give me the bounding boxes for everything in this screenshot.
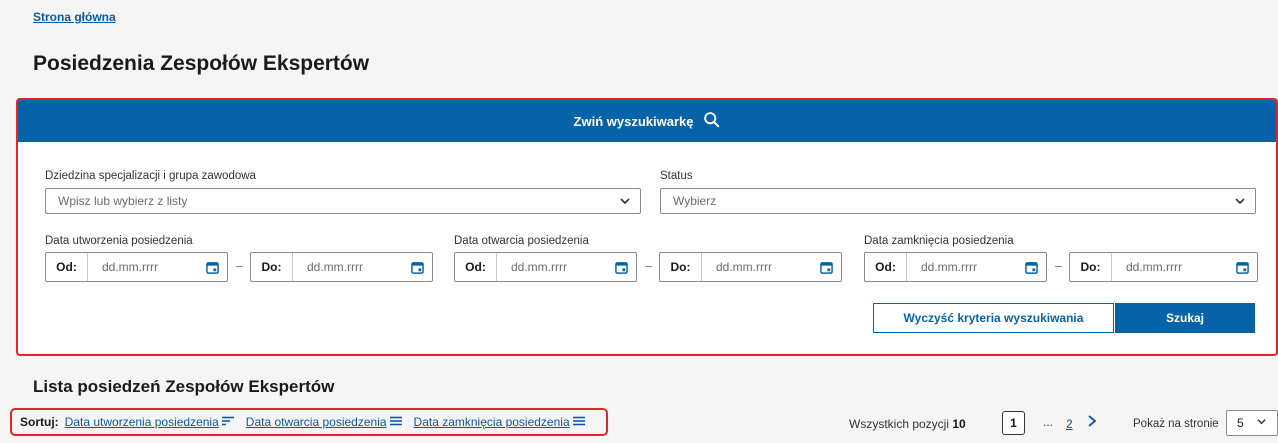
created-from-field[interactable]: Od: dd.mm.rrrr [45, 252, 228, 282]
created-to-input[interactable]: dd.mm.rrrr [293, 253, 402, 281]
calendar-icon[interactable] [1016, 253, 1046, 281]
chevron-down-icon [1256, 416, 1267, 430]
chevron-down-icon [1225, 195, 1255, 207]
list-title: Lista posiedzeń Zespołów Ekspertów [33, 377, 335, 396]
search-icon [703, 111, 720, 131]
opened-from-input[interactable]: dd.mm.rrrr [497, 253, 606, 281]
sort-by-closed-label: Data zamknięcia posiedzenia [413, 415, 570, 429]
toggle-search-button[interactable]: Zwiń wyszukiwarkę [18, 100, 1276, 142]
per-page-select[interactable]: 5 [1226, 410, 1278, 436]
created-date-label: Data utworzenia posiedzenia [45, 235, 193, 247]
created-from-input[interactable]: dd.mm.rrrr [88, 253, 197, 281]
page-2-link[interactable]: 2 [1066, 417, 1073, 431]
sort-by-closed[interactable]: Data zamknięcia posiedzenia [414, 415, 585, 429]
specialization-placeholder: Wpisz lub wybierz z listy [58, 194, 188, 208]
total-value: 10 [952, 417, 966, 431]
calendar-icon[interactable] [1227, 253, 1257, 281]
sort-bar: Sortuj: Data utworzenia posiedzenia Data… [10, 408, 608, 436]
status-select[interactable]: Wybierz [660, 188, 1256, 214]
sort-unsorted-icon [570, 415, 585, 429]
to-prefix: Do: [1070, 253, 1112, 281]
opened-date-label: Data otwarcia posiedzenia [454, 235, 589, 247]
closed-date-label: Data zamknięcia posiedzenia [864, 235, 1014, 247]
per-page-value: 5 [1237, 416, 1244, 430]
clear-criteria-button[interactable]: Wyczyść kryteria wyszukiwania [873, 303, 1114, 333]
opened-to-input[interactable]: dd.mm.rrrr [702, 253, 811, 281]
closed-to-field[interactable]: Do: dd.mm.rrrr [1069, 252, 1258, 282]
closed-from-input[interactable]: dd.mm.rrrr [907, 253, 1016, 281]
total-label: Wszystkich pozycji [849, 417, 950, 431]
to-prefix: Do: [660, 253, 702, 281]
chevron-down-icon [610, 195, 640, 207]
total-count: Wszystkich pozycji 10 [849, 417, 966, 431]
calendar-icon[interactable] [197, 253, 227, 281]
sort-unsorted-icon [387, 415, 402, 429]
breadcrumb-home[interactable]: Strona główna [33, 10, 116, 24]
to-prefix: Do: [251, 253, 293, 281]
range-dash [236, 266, 243, 267]
range-dash [1055, 266, 1062, 267]
toggle-search-label: Zwiń wyszukiwarkę [573, 113, 694, 129]
specialization-label: Dziedzina specjalizacji i grupa zawodowa [45, 170, 256, 182]
closed-to-input[interactable]: dd.mm.rrrr [1112, 253, 1227, 281]
specialization-select[interactable]: Wpisz lub wybierz z listy [45, 188, 641, 214]
calendar-icon[interactable] [606, 253, 636, 281]
current-page-button[interactable]: 1 [1002, 411, 1025, 435]
calendar-icon[interactable] [402, 253, 432, 281]
search-button[interactable]: Szukaj [1115, 303, 1255, 333]
sort-descending-icon [219, 415, 234, 429]
opened-to-field[interactable]: Do: dd.mm.rrrr [659, 252, 842, 282]
page-title: Posiedzenia Zespołów Ekspertów [33, 52, 370, 75]
sort-by-created[interactable]: Data utworzenia posiedzenia [65, 415, 234, 429]
from-prefix: Od: [865, 253, 907, 281]
chevron-right-icon[interactable] [1087, 414, 1097, 432]
created-to-field[interactable]: Do: dd.mm.rrrr [250, 252, 433, 282]
opened-from-field[interactable]: Od: dd.mm.rrrr [454, 252, 637, 282]
sort-by-opened-label: Data otwarcia posiedzenia [245, 415, 387, 429]
range-dash [645, 266, 652, 267]
status-label: Status [660, 170, 693, 182]
sort-label: Sortuj: [20, 415, 59, 429]
pagination-ellipsis: ... [1043, 415, 1054, 429]
closed-from-field[interactable]: Od: dd.mm.rrrr [864, 252, 1047, 282]
sort-by-created-label: Data utworzenia posiedzenia [64, 415, 219, 429]
calendar-icon[interactable] [811, 253, 841, 281]
status-placeholder: Wybierz [673, 194, 717, 208]
sort-by-opened[interactable]: Data otwarcia posiedzenia [246, 415, 402, 429]
from-prefix: Od: [46, 253, 88, 281]
search-panel: Zwiń wyszukiwarkę Dziedzina specjalizacj… [16, 98, 1278, 356]
from-prefix: Od: [455, 253, 497, 281]
per-page-label: Pokaż na stronie [1133, 418, 1219, 430]
